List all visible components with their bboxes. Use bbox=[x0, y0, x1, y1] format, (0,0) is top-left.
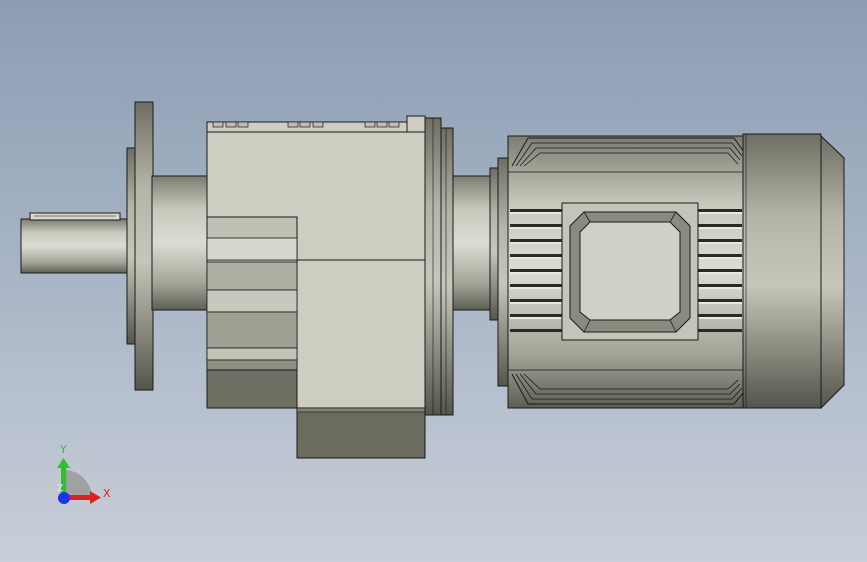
motor-neck bbox=[452, 175, 494, 311]
gearmotor-model bbox=[20, 101, 845, 504]
triad-z-label: Z bbox=[57, 484, 64, 494]
output-shaft bbox=[20, 218, 132, 274]
mounting-flange bbox=[134, 101, 154, 391]
triad-y-label: Y bbox=[60, 443, 67, 456]
coordinate-triad-icon bbox=[57, 458, 101, 504]
fan-cover bbox=[742, 133, 822, 409]
flange-neck bbox=[151, 175, 209, 311]
cad-viewport[interactable]: Y X Z bbox=[0, 0, 867, 562]
triad-x-label: X bbox=[103, 487, 111, 500]
shaft-key bbox=[29, 212, 121, 221]
gearbox-foot bbox=[296, 407, 426, 459]
